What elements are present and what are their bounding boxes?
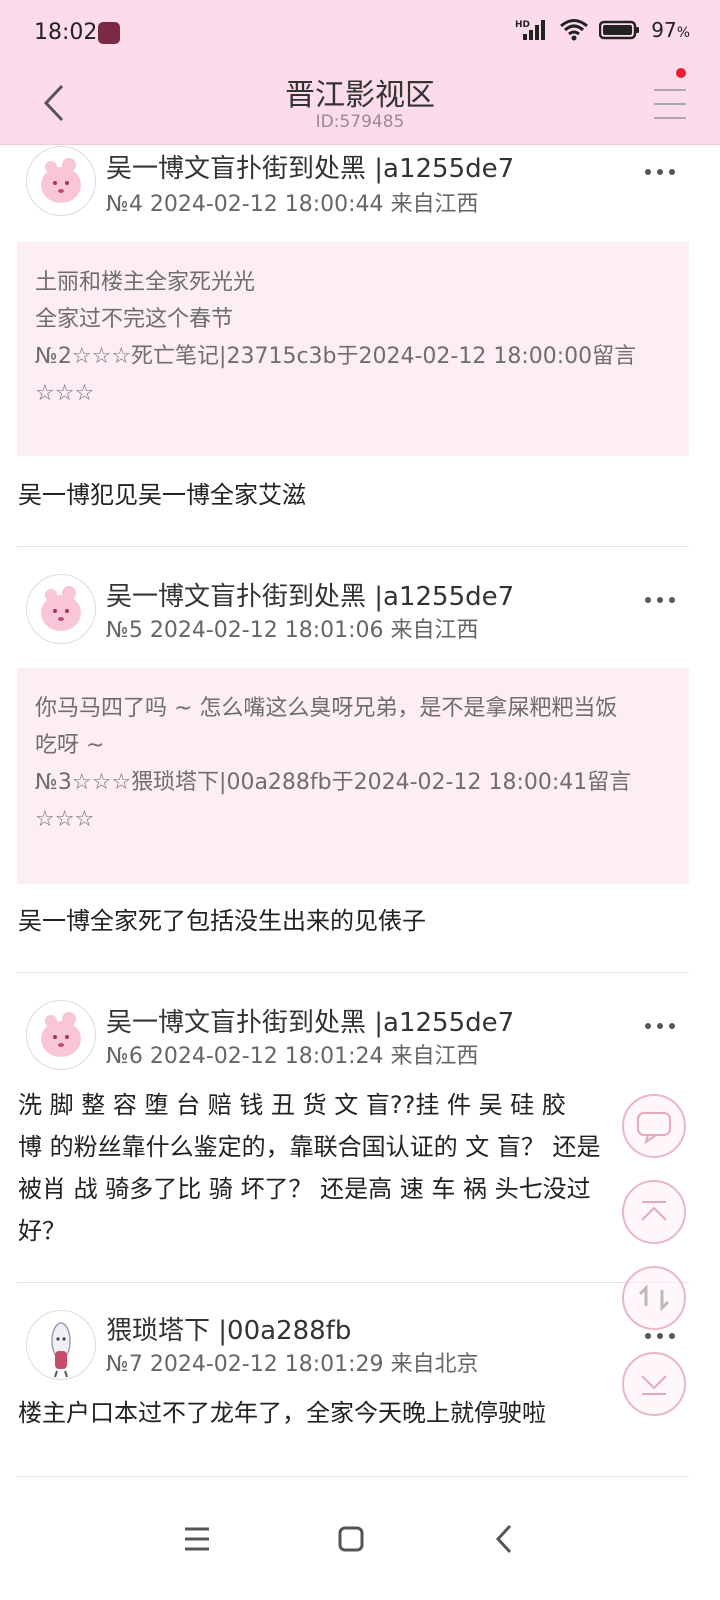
pink-creature-avatar-icon xyxy=(41,158,81,203)
quote-line: 全家过不完这个春节 xyxy=(35,307,234,332)
post-item: 吴一博文盲扑街到处黑 |a1255de7 №4 2024-02-12 18:00… xyxy=(0,144,720,548)
post-body: 洗 脚 整 容 堕 台 赔 钱 丑 货 文 盲??挂 件 吴 硅 胶 博 的粉丝… xyxy=(18,1084,601,1252)
more-options-button[interactable] xyxy=(640,1016,680,1036)
more-dots-icon xyxy=(645,169,675,175)
battery-unit: % xyxy=(676,25,690,41)
scroll-top-fab[interactable] xyxy=(622,1180,686,1244)
app-header: 晋江影视区 ID:579485 xyxy=(0,64,720,145)
quote-line: ☆☆☆ xyxy=(35,807,95,832)
more-options-button[interactable] xyxy=(640,590,680,610)
quote-line: ☆☆☆ xyxy=(35,381,95,406)
body-line: 吴一博犯见吴一博全家艾滋 xyxy=(18,481,306,509)
page-title: 晋江影视区 xyxy=(285,78,435,113)
avatar[interactable] xyxy=(26,1000,96,1070)
quote-line: 土丽和楼主全家死光光 xyxy=(35,270,256,295)
post-body: 吴一博犯见吴一博全家艾滋 xyxy=(18,474,306,516)
notification-dot xyxy=(676,68,686,78)
body-line: 被肖 战 骑多了比 骑 坏了？ 还是高 速 车 祸 头七没过 xyxy=(18,1175,591,1203)
system-navigation-bar xyxy=(0,1484,720,1600)
post-author[interactable]: 吴一博文盲扑街到处黑 |a1255de7 xyxy=(106,1002,514,1039)
more-dots-icon xyxy=(645,1023,675,1029)
pink-creature-avatar-icon xyxy=(41,586,81,631)
avatar[interactable] xyxy=(26,1310,96,1380)
divider xyxy=(17,972,689,973)
home-square-icon xyxy=(338,1526,364,1552)
hamburger-menu-icon xyxy=(654,89,686,119)
battery-value: 97 xyxy=(651,18,677,42)
body-line: 洗 脚 整 容 堕 台 赔 钱 丑 货 文 盲??挂 件 吴 硅 胶 xyxy=(18,1091,566,1119)
battery-icon xyxy=(599,20,640,40)
post-meta: №7 2024-02-12 18:01:29 来自北京 xyxy=(106,1352,479,1377)
post-item: 吴一博文盲扑街到处黑 |a1255de7 №6 2024-02-12 18:01… xyxy=(0,998,720,1288)
divider xyxy=(17,1476,689,1477)
divider xyxy=(17,546,689,547)
post-author[interactable]: 吴一博文盲扑街到处黑 |a1255de7 xyxy=(106,576,514,613)
body-line: 好？ xyxy=(18,1217,66,1245)
post-author[interactable]: 猥琐塔下 |00a288fb xyxy=(106,1310,351,1347)
scroll-bottom-fab[interactable] xyxy=(622,1352,686,1416)
post-author[interactable]: 吴一博文盲扑街到处黑 |a1255de7 xyxy=(106,148,514,185)
quote-line: №2☆☆☆死亡笔记|23715c3b于2024-02-12 18:00:00留言 xyxy=(35,344,637,369)
post-item: 吴一博文盲扑街到处黑 |a1255de7 №5 2024-02-12 18:01… xyxy=(0,572,720,974)
more-options-button[interactable] xyxy=(640,162,680,182)
arrow-to-bottom-icon xyxy=(641,1375,667,1395)
status-bar: 18:02 HD 97% xyxy=(0,0,720,64)
refresh-fab[interactable] xyxy=(622,1266,686,1330)
divider xyxy=(17,1282,689,1283)
post-body: 吴一博全家死了包括没生出来的见俵子 xyxy=(18,900,426,942)
body-line: 博 的粉丝靠什么鉴定的，靠联合国认证的 文 盲？ 还是 xyxy=(18,1133,601,1161)
reply-fab[interactable] xyxy=(622,1094,686,1158)
post-meta: №5 2024-02-12 18:01:06 来自江西 xyxy=(106,618,479,643)
body-line: 吴一博全家死了包括没生出来的见俵子 xyxy=(18,907,426,935)
battery-percentage: 97% xyxy=(651,18,690,42)
quote-line: 你马马四了吗 ~ 怎么嘴这么臭呀兄弟，是不是拿屎粑粑当饭 xyxy=(35,696,618,721)
quoted-reply: 土丽和楼主全家死光光 全家过不完这个春节 №2☆☆☆死亡笔记|23715c3b于… xyxy=(17,242,689,456)
post-meta: №6 2024-02-12 18:01:24 来自江西 xyxy=(106,1044,479,1069)
chat-bubble-icon xyxy=(637,1112,671,1145)
status-icons: HD 97% xyxy=(515,18,690,42)
board-id: ID:579485 xyxy=(315,112,405,132)
avatar[interactable] xyxy=(26,146,96,216)
post-item: 猥琐塔下 |00a288fb №7 2024-02-12 18:01:29 来自… xyxy=(0,1306,720,1484)
chevron-left-icon xyxy=(495,1524,512,1554)
quoted-reply: 你马马四了吗 ~ 怎么嘴这么臭呀兄弟，是不是拿屎粑粑当饭 吃呀 ~ №3☆☆☆猥… xyxy=(17,668,689,884)
refresh-icon xyxy=(638,1284,670,1312)
recent-apps-button[interactable] xyxy=(172,1514,222,1564)
quote-line: 吃呀 ~ xyxy=(35,733,105,758)
body-line: 楼主户口本过不了龙年了，全家今天晚上就停驶啦 xyxy=(18,1399,546,1427)
status-time: 18:02 xyxy=(34,20,98,45)
home-button[interactable] xyxy=(326,1514,376,1564)
arrow-to-top-icon xyxy=(641,1201,667,1221)
menu-button[interactable] xyxy=(650,84,690,124)
avatar[interactable] xyxy=(26,574,96,644)
wifi-icon xyxy=(560,19,589,41)
app-notification-icon xyxy=(98,22,120,44)
cellular-signal-icon: HD xyxy=(515,20,546,40)
pink-creature-avatar-icon xyxy=(41,1012,81,1057)
hd-label: HD xyxy=(515,20,530,30)
system-back-button[interactable] xyxy=(480,1514,530,1564)
more-dots-icon xyxy=(645,597,675,603)
post-list[interactable]: 吴一博文盲扑街到处黑 |a1255de7 №4 2024-02-12 18:00… xyxy=(0,144,720,1484)
post-meta: №4 2024-02-12 18:00:44 来自江西 xyxy=(106,192,479,217)
white-creature-avatar-icon xyxy=(51,1322,71,1378)
hamburger-menu-icon xyxy=(185,1527,209,1551)
post-body: 楼主户口本过不了龙年了，全家今天晚上就停驶啦 xyxy=(18,1392,546,1434)
quote-line: №3☆☆☆猥琐塔下|00a288fb于2024-02-12 18:00:41留言 xyxy=(35,770,632,795)
